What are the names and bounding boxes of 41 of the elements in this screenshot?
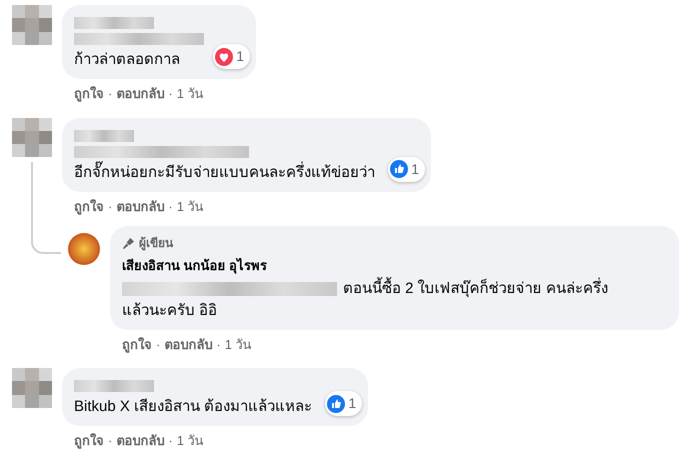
blurred-avatar[interactable]: [12, 5, 52, 45]
separator-dot: ·: [156, 336, 160, 354]
action-link[interactable]: ตอบกลับ: [116, 84, 164, 104]
comment-text: ตอนนี้ซื้อ 2 ใบเฟสบุ๊คก็ช่วยจ่าย คนล่ะครึ่ง: [343, 278, 608, 300]
comment-text: ก้าวล่าตลอดกาล: [74, 50, 181, 70]
separator-dot: ·: [168, 198, 173, 216]
action-link[interactable]: ถูกใจ: [74, 431, 104, 450]
reaction-count: 1: [411, 160, 419, 178]
separator-dot: ·: [108, 198, 112, 216]
timestamp: 1 วัน: [224, 336, 252, 354]
action-link[interactable]: ถูกใจ: [74, 84, 104, 104]
thumbs-up-icon: [390, 160, 408, 178]
separator-dot: ·: [216, 336, 221, 354]
reaction-badge[interactable]: 1: [213, 44, 250, 69]
commenter-name[interactable]: เสียงอิสาน นกน้อย อุไรพร: [122, 256, 667, 276]
action-link[interactable]: ตอบกลับ: [164, 334, 212, 354]
timestamp: 1 วัน: [176, 198, 204, 216]
avatar[interactable]: [68, 233, 100, 265]
separator-dot: ·: [108, 85, 112, 103]
comment-text: แล้วนะครับ อิอิ: [122, 300, 218, 320]
blurred-avatar[interactable]: [12, 118, 52, 158]
author-label: ผู้เขียน: [139, 235, 173, 252]
reaction-count: 1: [348, 394, 356, 413]
timestamp: 1 วัน: [176, 432, 204, 450]
reaction-badge[interactable]: 1: [325, 391, 362, 416]
separator-dot: ·: [108, 432, 112, 450]
separator-dot: ·: [168, 432, 173, 450]
timestamp: 1 วัน: [176, 85, 204, 103]
action-link[interactable]: ถูกใจ: [122, 334, 152, 354]
action-link[interactable]: ตอบกลับ: [116, 196, 164, 216]
blurred-text: [74, 130, 134, 142]
separator-dot: ·: [168, 85, 173, 103]
reaction-badge[interactable]: 1: [388, 156, 425, 182]
comment-text: Bitkub X เสียงอิสาน ต้องมาแล้วแหละ: [74, 397, 314, 417]
blurred-avatar[interactable]: [12, 368, 52, 408]
thumbs-up-icon: [327, 394, 346, 412]
action-link[interactable]: ตอบกลับ: [116, 431, 164, 450]
microphone-icon: [122, 236, 135, 250]
comment-text: อีกจั๊กหน่อยกะมีรับจ่ายแบบคนละครึ่งแท้ข่อยว่า: [74, 162, 379, 184]
action-link[interactable]: ถูกใจ: [74, 196, 104, 216]
reaction-count: 1: [236, 47, 244, 66]
